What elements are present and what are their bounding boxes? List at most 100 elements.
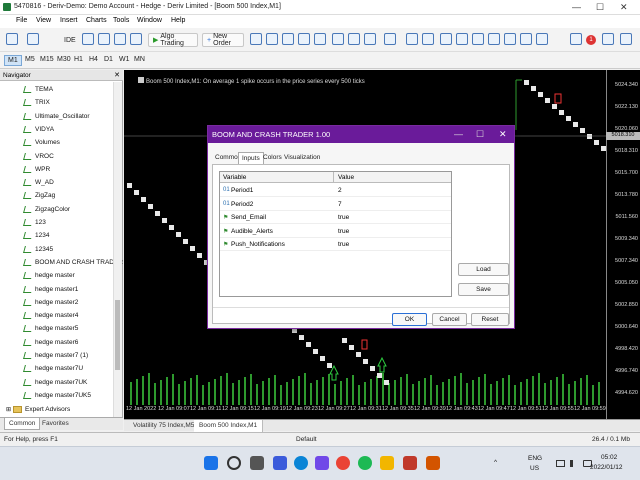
navigator-scroll-thumb[interactable] [115,300,120,370]
spotify-icon[interactable] [358,456,372,470]
volume-icon[interactable] [570,460,579,467]
navigator-item[interactable]: W_AD [23,176,54,189]
vertical-line-icon[interactable] [440,33,452,45]
close-icon[interactable]: ✕ [620,2,628,13]
reset-button[interactable]: Reset [471,313,509,326]
navigator-item[interactable]: hedge master7 (1) [23,349,88,362]
navigator-item[interactable]: 12345 [23,243,53,256]
chat-icon[interactable] [602,33,614,45]
dialog-maximize-icon[interactable]: ☐ [476,129,484,140]
terminal-icon[interactable] [114,33,126,45]
user-icon[interactable] [620,33,632,45]
param-value[interactable]: true [338,214,349,221]
navigator-item[interactable]: TRIX [23,96,50,109]
navigator-tab-favorites[interactable]: Favorites [38,418,73,430]
widgets-icon[interactable] [273,456,287,470]
market-icon[interactable] [130,33,142,45]
navigator-item[interactable]: hedge master7U [23,362,83,375]
indicators-icon[interactable] [384,33,396,45]
ide-button[interactable]: IDE [64,33,76,47]
tray-chevron-icon[interactable]: ^ [494,459,497,466]
navigator-item[interactable]: hedge master7UK [23,376,87,389]
algo-trading-button[interactable]: ▶ Algo Trading [148,33,198,47]
grid-icon[interactable] [332,33,344,45]
menu-help[interactable]: Help [171,17,185,24]
task-view-icon[interactable] [250,456,264,470]
template-icon[interactable] [27,33,39,45]
shapes-icon[interactable] [536,33,548,45]
tf-m1[interactable]: M1 [4,55,22,66]
tray-date[interactable]: 2022/01/12 [590,464,623,471]
tf-m5[interactable]: M5 [22,55,38,66]
navigator-item[interactable]: 1234 [23,229,49,242]
navigator-close-icon[interactable]: ✕ [114,71,120,79]
navigator-item[interactable]: VROC [23,150,54,163]
tf-h4[interactable]: H4 [86,55,101,66]
menu-view[interactable]: View [36,17,51,24]
new-order-button[interactable]: + New Order [202,33,244,47]
tray-lang[interactable]: ENG [528,455,542,462]
candle-chart-icon[interactable] [266,33,278,45]
param-value[interactable]: 2 [338,187,342,194]
navigator-item[interactable]: hedge master5 [23,322,78,335]
navigator-item[interactable]: VIDYA [23,123,54,136]
lock-icon[interactable] [82,33,94,45]
tf-mn[interactable]: MN [131,55,148,66]
shift-icon[interactable] [364,33,376,45]
param-row[interactable]: 01 Period1 2 [220,184,451,197]
param-row[interactable]: ⚑ Audible_Alerts true [220,225,451,238]
navigator-item[interactable]: WPR [23,163,50,176]
menu-window[interactable]: Window [137,17,162,24]
search-icon[interactable] [227,456,241,470]
fibonacci-icon[interactable] [504,33,516,45]
tray-time[interactable]: 05:02 [601,454,617,461]
store-icon[interactable] [315,456,329,470]
chart-tab-boom500[interactable]: Boom 500 Index,M1 [194,420,264,432]
save-button[interactable]: Save [458,283,509,296]
navigator-item[interactable]: hedge master [23,269,75,282]
cursor-icon[interactable] [406,33,418,45]
channel-icon[interactable] [488,33,500,45]
horizontal-line-icon[interactable] [456,33,468,45]
navigator-item[interactable]: hedge master2 [23,296,78,309]
navigator-item[interactable]: TEMA [23,83,53,96]
edge-icon[interactable] [294,456,308,470]
menu-tools[interactable]: Tools [113,17,129,24]
bar-chart-icon[interactable] [250,33,262,45]
navigator-item[interactable]: hedge master6 [23,336,78,349]
zoom-out-icon[interactable] [314,33,326,45]
param-row[interactable]: ⚑ Send_Email true [220,211,451,224]
navigator-tab-common[interactable]: Common [4,418,41,430]
tf-d1[interactable]: D1 [101,55,116,66]
navigator-item[interactable]: ZigzagColor [23,203,70,216]
zoom-in-icon[interactable] [298,33,310,45]
navigator-item[interactable]: 123 [23,216,46,229]
app-badge-icon[interactable] [426,456,440,470]
monitor-icon[interactable] [556,460,565,467]
cancel-button[interactable]: Cancel [432,313,467,326]
menu-file[interactable]: File [16,17,27,24]
text-icon[interactable] [520,33,532,45]
chart-tab-volatility[interactable]: Volatility 75 Index,M5 [128,420,201,432]
line-chart-icon[interactable] [282,33,294,45]
autoscroll-icon[interactable] [348,33,360,45]
crosshair-icon[interactable] [422,33,434,45]
expand-icon[interactable]: ⊞ [6,406,11,413]
navigator-item[interactable]: hedge master7UK5 [23,389,91,402]
navigator-item[interactable]: hedge master4 [23,309,78,322]
param-value[interactable]: true [338,241,349,248]
file-explorer-icon[interactable] [380,456,394,470]
dialog-close-icon[interactable]: ✕ [499,129,507,140]
dialog-minimize-icon[interactable]: — [454,129,463,139]
chrome-icon[interactable] [336,456,350,470]
menu-insert[interactable]: Insert [60,17,78,24]
trendline-icon[interactable] [472,33,484,45]
navigator-item[interactable]: hedge master1 [23,283,78,296]
load-button[interactable]: Load [458,263,509,276]
param-row[interactable]: ⚑ Push_Notifications true [220,238,451,251]
ok-button[interactable]: OK [392,313,427,326]
menu-charts[interactable]: Charts [86,17,107,24]
dialog-tab-visualization[interactable]: Visualization [281,152,323,164]
chart-type-icon[interactable] [6,33,18,45]
param-value[interactable]: 7 [338,201,342,208]
